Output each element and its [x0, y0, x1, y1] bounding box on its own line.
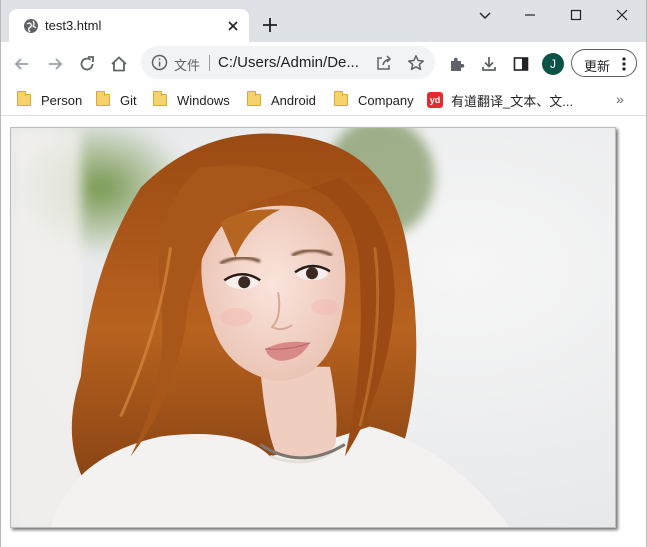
- maximize-button[interactable]: [561, 4, 591, 26]
- folder-icon: [334, 91, 348, 106]
- minimize-icon: [525, 14, 535, 16]
- minimize-button[interactable]: [515, 4, 545, 26]
- globe-icon: [24, 19, 38, 33]
- bookmark-label: 有道翻译_文本、文...: [451, 93, 574, 109]
- folder-icon: [247, 91, 261, 106]
- download-icon: [482, 57, 496, 71]
- puzzle-icon: [451, 57, 465, 71]
- folder-icon: [17, 91, 31, 106]
- forward-button[interactable]: [45, 54, 65, 74]
- toolbar: 文件 C:/Users/Admin/De... J 更新: [0, 42, 647, 84]
- maximize-icon: [570, 9, 582, 21]
- extensions-button[interactable]: [447, 54, 467, 74]
- bookmark-company[interactable]: Company: [334, 91, 414, 109]
- update-label: 更新: [584, 59, 611, 74]
- bookmark-label: Person: [41, 92, 83, 108]
- arrow-right-icon: [49, 58, 63, 70]
- scheme-label: 文件: [174, 58, 201, 73]
- page-content: [0, 117, 647, 547]
- address-bar[interactable]: 文件 C:/Users/Admin/De...: [141, 46, 435, 79]
- reload-icon: [80, 56, 94, 71]
- downloads-button[interactable]: [479, 54, 499, 74]
- bookmark-label: Android: [271, 92, 316, 108]
- close-window-icon: [616, 9, 628, 21]
- back-button[interactable]: [12, 54, 32, 74]
- reload-button[interactable]: [77, 54, 97, 74]
- bookmark-label: Git: [120, 92, 137, 108]
- window-border-left: [0, 0, 1, 547]
- more-vertical-icon: [622, 57, 626, 71]
- close-window-button[interactable]: [607, 4, 637, 26]
- bookmarks-bar: Person Git Windows Android Company yd 有道…: [0, 84, 647, 116]
- bookmark-windows[interactable]: Windows: [153, 91, 230, 109]
- update-button[interactable]: 更新: [571, 49, 637, 77]
- bookmarks-overflow-button[interactable]: »: [616, 91, 624, 107]
- bookmark-youdao[interactable]: yd 有道翻译_文本、文...: [427, 91, 573, 109]
- bookmark-git[interactable]: Git: [96, 91, 137, 109]
- folder-icon: [153, 91, 167, 106]
- info-icon[interactable]: [151, 54, 168, 71]
- star-icon[interactable]: [407, 54, 425, 72]
- new-tab-icon[interactable]: [261, 16, 279, 34]
- profile-avatar[interactable]: J: [542, 53, 564, 75]
- url-text[interactable]: C:/Users/Admin/De...: [218, 54, 368, 71]
- bookmark-android[interactable]: Android: [247, 91, 316, 109]
- bookmark-person[interactable]: Person: [17, 91, 82, 109]
- close-icon[interactable]: [225, 18, 241, 34]
- share-icon[interactable]: [375, 54, 393, 72]
- home-icon: [111, 56, 127, 72]
- tab-test3[interactable]: test3.html: [9, 9, 249, 42]
- tab-title: test3.html: [45, 18, 102, 33]
- side-panel-icon: [513, 57, 529, 71]
- folder-icon: [96, 91, 110, 106]
- portrait-photo: [10, 127, 616, 528]
- portrait-image: [11, 128, 615, 527]
- chevron-down-icon: [479, 12, 491, 19]
- tab-strip: test3.html: [0, 0, 647, 42]
- tab-search-button[interactable]: [470, 4, 500, 26]
- home-button[interactable]: [109, 54, 129, 74]
- arrow-left-icon: [14, 58, 28, 70]
- bookmark-label: Company: [358, 92, 414, 108]
- youdao-icon: yd: [427, 92, 443, 108]
- side-panel-button[interactable]: [511, 54, 531, 74]
- omnibox-divider: [209, 55, 210, 71]
- bookmark-label: Windows: [177, 92, 230, 108]
